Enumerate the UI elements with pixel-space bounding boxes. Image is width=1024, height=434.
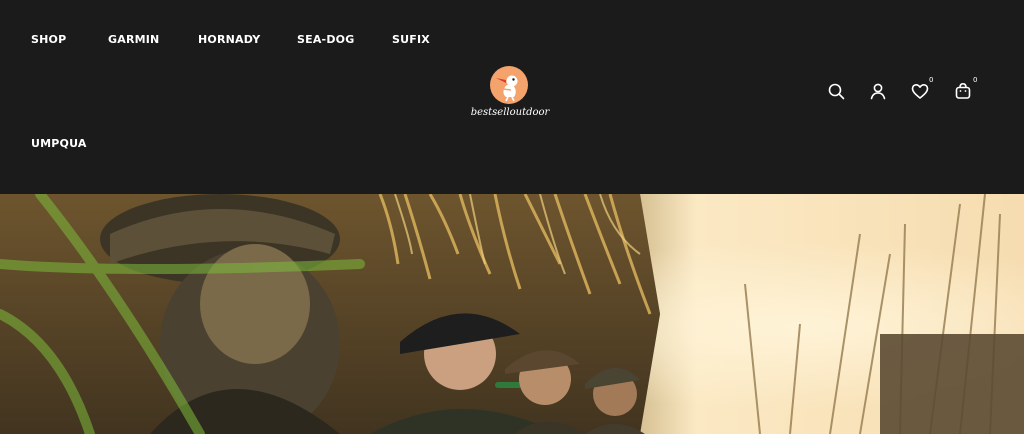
search-button[interactable] bbox=[824, 79, 848, 103]
nav-item-hornady[interactable]: HORNADY bbox=[198, 33, 260, 46]
cart-button[interactable] bbox=[951, 79, 975, 103]
nav-item-sea-dog[interactable]: SEA-DOG bbox=[297, 33, 354, 46]
nav-item-shop[interactable]: SHOP bbox=[31, 33, 66, 46]
hero-banner-image bbox=[0, 194, 1024, 434]
logo-text: bestselloutdoor bbox=[470, 107, 550, 118]
nav-item-garmin[interactable]: GARMIN bbox=[108, 33, 159, 46]
nav-item-sufix[interactable]: SUFIX bbox=[392, 33, 430, 46]
wishlist-count-badge: 0 bbox=[929, 76, 934, 84]
account-button[interactable] bbox=[866, 79, 890, 103]
hero-hunters-photo bbox=[0, 194, 1024, 434]
search-icon bbox=[828, 83, 845, 100]
site-logo[interactable]: bestselloutdoor bbox=[470, 66, 550, 122]
bag-icon bbox=[955, 82, 971, 99]
nav-item-umpqua[interactable]: UMPQUA bbox=[31, 137, 87, 150]
stork-logo-icon bbox=[490, 66, 528, 104]
site-header: SHOP GARMIN HORNADY SEA-DOG SUFIX UMPQUA… bbox=[0, 0, 1024, 194]
cart-count-badge: 0 bbox=[973, 76, 978, 84]
user-icon bbox=[870, 83, 886, 100]
